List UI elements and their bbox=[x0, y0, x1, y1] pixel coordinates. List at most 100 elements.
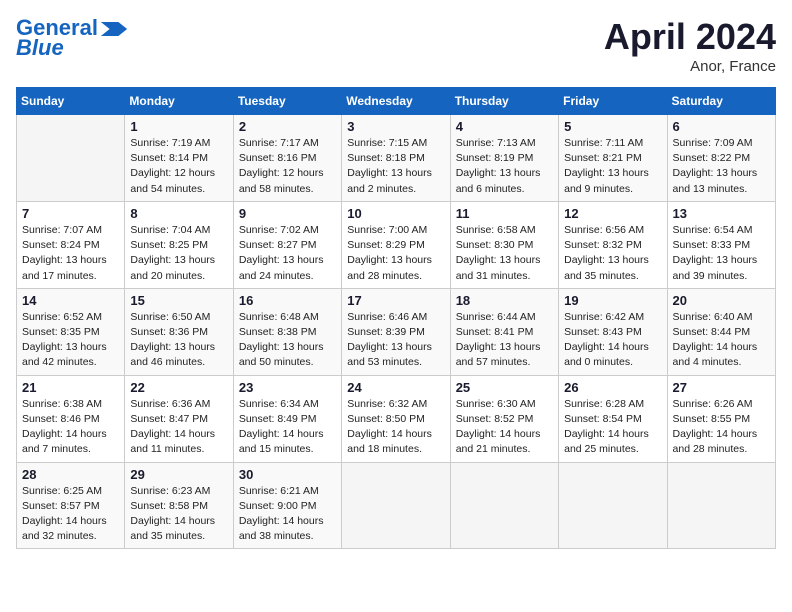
day-number: 1 bbox=[130, 119, 227, 134]
day-info: Sunrise: 6:56 AM Sunset: 8:32 PM Dayligh… bbox=[564, 223, 661, 284]
calendar-cell: 26 Sunrise: 6:28 AM Sunset: 8:54 PM Dayli… bbox=[559, 375, 667, 462]
calendar-cell: 8 Sunrise: 7:04 AM Sunset: 8:25 PM Daylig… bbox=[125, 201, 233, 288]
day-info: Sunrise: 6:46 AM Sunset: 8:39 PM Dayligh… bbox=[347, 310, 444, 371]
day-number: 19 bbox=[564, 293, 661, 308]
day-number: 29 bbox=[130, 467, 227, 482]
column-header-wednesday: Wednesday bbox=[342, 88, 450, 115]
day-number: 4 bbox=[456, 119, 553, 134]
calendar-cell: 6 Sunrise: 7:09 AM Sunset: 8:22 PM Daylig… bbox=[667, 115, 775, 202]
month-title: April 2024 bbox=[604, 16, 776, 58]
calendar-cell: 20Sunrise: 6:40 AM Sunset: 8:44 PM Dayli… bbox=[667, 288, 775, 375]
calendar-cell: 10Sunrise: 7:00 AM Sunset: 8:29 PM Dayli… bbox=[342, 201, 450, 288]
day-info: Sunrise: 6:38 AM Sunset: 8:46 PM Dayligh… bbox=[22, 397, 119, 458]
day-number: 9 bbox=[239, 206, 336, 221]
calendar-cell bbox=[17, 115, 125, 202]
calendar-cell: 11 Sunrise: 6:58 AM Sunset: 8:30 PM Dayli… bbox=[450, 201, 558, 288]
calendar-cell: 18Sunrise: 6:44 AM Sunset: 8:41 PM Dayli… bbox=[450, 288, 558, 375]
day-number: 3 bbox=[347, 119, 444, 134]
day-info: Sunrise: 6:28 AM Sunset: 8:54 PM Dayligh… bbox=[564, 397, 661, 458]
day-info: Sunrise: 6:26 AM Sunset: 8:55 PM Dayligh… bbox=[673, 397, 770, 458]
calendar-cell: 17 Sunrise: 6:46 AM Sunset: 8:39 PM Dayli… bbox=[342, 288, 450, 375]
column-header-monday: Monday bbox=[125, 88, 233, 115]
day-info: Sunrise: 7:15 AM Sunset: 8:18 PM Dayligh… bbox=[347, 136, 444, 197]
day-info: Sunrise: 6:34 AM Sunset: 8:49 PM Dayligh… bbox=[239, 397, 336, 458]
calendar-cell: 14Sunrise: 6:52 AM Sunset: 8:35 PM Dayli… bbox=[17, 288, 125, 375]
calendar-table: SundayMondayTuesdayWednesdayThursdayFrid… bbox=[16, 87, 776, 549]
calendar-cell bbox=[667, 462, 775, 549]
calendar-cell bbox=[342, 462, 450, 549]
calendar-cell: 2 Sunrise: 7:17 AM Sunset: 8:16 PM Daylig… bbox=[233, 115, 341, 202]
calendar-cell: 19 Sunrise: 6:42 AM Sunset: 8:43 PM Dayli… bbox=[559, 288, 667, 375]
day-number: 7 bbox=[22, 206, 119, 221]
day-number: 6 bbox=[673, 119, 770, 134]
calendar-cell: 25 Sunrise: 6:30 AM Sunset: 8:52 PM Dayli… bbox=[450, 375, 558, 462]
calendar-cell: 13 Sunrise: 6:54 AM Sunset: 8:33 PM Dayli… bbox=[667, 201, 775, 288]
day-info: Sunrise: 7:11 AM Sunset: 8:21 PM Dayligh… bbox=[564, 136, 661, 197]
calendar-cell: 23 Sunrise: 6:34 AM Sunset: 8:49 PM Dayli… bbox=[233, 375, 341, 462]
day-number: 8 bbox=[130, 206, 227, 221]
day-number: 30 bbox=[239, 467, 336, 482]
day-info: Sunrise: 6:48 AM Sunset: 8:38 PM Dayligh… bbox=[239, 310, 336, 371]
calendar-cell: 24 Sunrise: 6:32 AM Sunset: 8:50 PM Dayli… bbox=[342, 375, 450, 462]
day-info: Sunrise: 7:07 AM Sunset: 8:24 PM Dayligh… bbox=[22, 223, 119, 284]
day-info: Sunrise: 6:40 AM Sunset: 8:44 PM Dayligh… bbox=[673, 310, 770, 371]
calendar-cell: 5 Sunrise: 7:11 AM Sunset: 8:21 PM Daylig… bbox=[559, 115, 667, 202]
calendar-week-row: 14Sunrise: 6:52 AM Sunset: 8:35 PM Dayli… bbox=[17, 288, 776, 375]
day-info: Sunrise: 6:50 AM Sunset: 8:36 PM Dayligh… bbox=[130, 310, 227, 371]
calendar-cell: 9Sunrise: 7:02 AM Sunset: 8:27 PM Daylig… bbox=[233, 201, 341, 288]
day-info: Sunrise: 7:04 AM Sunset: 8:25 PM Dayligh… bbox=[130, 223, 227, 284]
day-number: 22 bbox=[130, 380, 227, 395]
day-number: 12 bbox=[564, 206, 661, 221]
day-number: 26 bbox=[564, 380, 661, 395]
day-info: Sunrise: 6:32 AM Sunset: 8:50 PM Dayligh… bbox=[347, 397, 444, 458]
day-number: 15 bbox=[130, 293, 227, 308]
title-block: April 2024 Anor, France bbox=[604, 16, 776, 75]
calendar-week-row: 1 Sunrise: 7:19 AM Sunset: 8:14 PM Daylig… bbox=[17, 115, 776, 202]
calendar-cell: 29 Sunrise: 6:23 AM Sunset: 8:58 PM Dayli… bbox=[125, 462, 233, 549]
day-info: Sunrise: 7:09 AM Sunset: 8:22 PM Dayligh… bbox=[673, 136, 770, 197]
calendar-cell: 30 Sunrise: 6:21 AM Sunset: 9:00 PM Dayli… bbox=[233, 462, 341, 549]
location: Anor, France bbox=[604, 58, 776, 75]
calendar-cell: 28Sunrise: 6:25 AM Sunset: 8:57 PM Dayli… bbox=[17, 462, 125, 549]
day-number: 24 bbox=[347, 380, 444, 395]
day-number: 5 bbox=[564, 119, 661, 134]
calendar-cell bbox=[559, 462, 667, 549]
calendar-week-row: 28Sunrise: 6:25 AM Sunset: 8:57 PM Dayli… bbox=[17, 462, 776, 549]
calendar-cell: 12 Sunrise: 6:56 AM Sunset: 8:32 PM Dayli… bbox=[559, 201, 667, 288]
day-info: Sunrise: 6:42 AM Sunset: 8:43 PM Dayligh… bbox=[564, 310, 661, 371]
day-info: Sunrise: 7:00 AM Sunset: 8:29 PM Dayligh… bbox=[347, 223, 444, 284]
calendar-cell bbox=[450, 462, 558, 549]
day-number: 16 bbox=[239, 293, 336, 308]
logo: General Blue bbox=[16, 16, 128, 60]
calendar-cell: 7 Sunrise: 7:07 AM Sunset: 8:24 PM Daylig… bbox=[17, 201, 125, 288]
day-number: 11 bbox=[456, 206, 553, 221]
day-info: Sunrise: 6:23 AM Sunset: 8:58 PM Dayligh… bbox=[130, 484, 227, 545]
calendar-week-row: 7 Sunrise: 7:07 AM Sunset: 8:24 PM Daylig… bbox=[17, 201, 776, 288]
logo-icon bbox=[100, 22, 128, 36]
calendar-header-row: SundayMondayTuesdayWednesdayThursdayFrid… bbox=[17, 88, 776, 115]
column-header-friday: Friday bbox=[559, 88, 667, 115]
calendar-cell: 3 Sunrise: 7:15 AM Sunset: 8:18 PM Daylig… bbox=[342, 115, 450, 202]
calendar-cell: 16 Sunrise: 6:48 AM Sunset: 8:38 PM Dayli… bbox=[233, 288, 341, 375]
column-header-thursday: Thursday bbox=[450, 88, 558, 115]
day-info: Sunrise: 6:30 AM Sunset: 8:52 PM Dayligh… bbox=[456, 397, 553, 458]
calendar-cell: 22Sunrise: 6:36 AM Sunset: 8:47 PM Dayli… bbox=[125, 375, 233, 462]
column-header-sunday: Sunday bbox=[17, 88, 125, 115]
day-number: 27 bbox=[673, 380, 770, 395]
day-info: Sunrise: 6:58 AM Sunset: 8:30 PM Dayligh… bbox=[456, 223, 553, 284]
calendar-cell: 21Sunrise: 6:38 AM Sunset: 8:46 PM Dayli… bbox=[17, 375, 125, 462]
calendar-cell: 27 Sunrise: 6:26 AM Sunset: 8:55 PM Dayli… bbox=[667, 375, 775, 462]
day-number: 25 bbox=[456, 380, 553, 395]
day-info: Sunrise: 6:54 AM Sunset: 8:33 PM Dayligh… bbox=[673, 223, 770, 284]
day-number: 23 bbox=[239, 380, 336, 395]
day-info: Sunrise: 7:17 AM Sunset: 8:16 PM Dayligh… bbox=[239, 136, 336, 197]
day-number: 2 bbox=[239, 119, 336, 134]
day-number: 13 bbox=[673, 206, 770, 221]
day-info: Sunrise: 6:21 AM Sunset: 9:00 PM Dayligh… bbox=[239, 484, 336, 545]
calendar-cell: 4 Sunrise: 7:13 AM Sunset: 8:19 PM Daylig… bbox=[450, 115, 558, 202]
day-number: 17 bbox=[347, 293, 444, 308]
calendar-cell: 15 Sunrise: 6:50 AM Sunset: 8:36 PM Dayli… bbox=[125, 288, 233, 375]
day-info: Sunrise: 6:52 AM Sunset: 8:35 PM Dayligh… bbox=[22, 310, 119, 371]
day-info: Sunrise: 7:13 AM Sunset: 8:19 PM Dayligh… bbox=[456, 136, 553, 197]
day-info: Sunrise: 7:19 AM Sunset: 8:14 PM Dayligh… bbox=[130, 136, 227, 197]
